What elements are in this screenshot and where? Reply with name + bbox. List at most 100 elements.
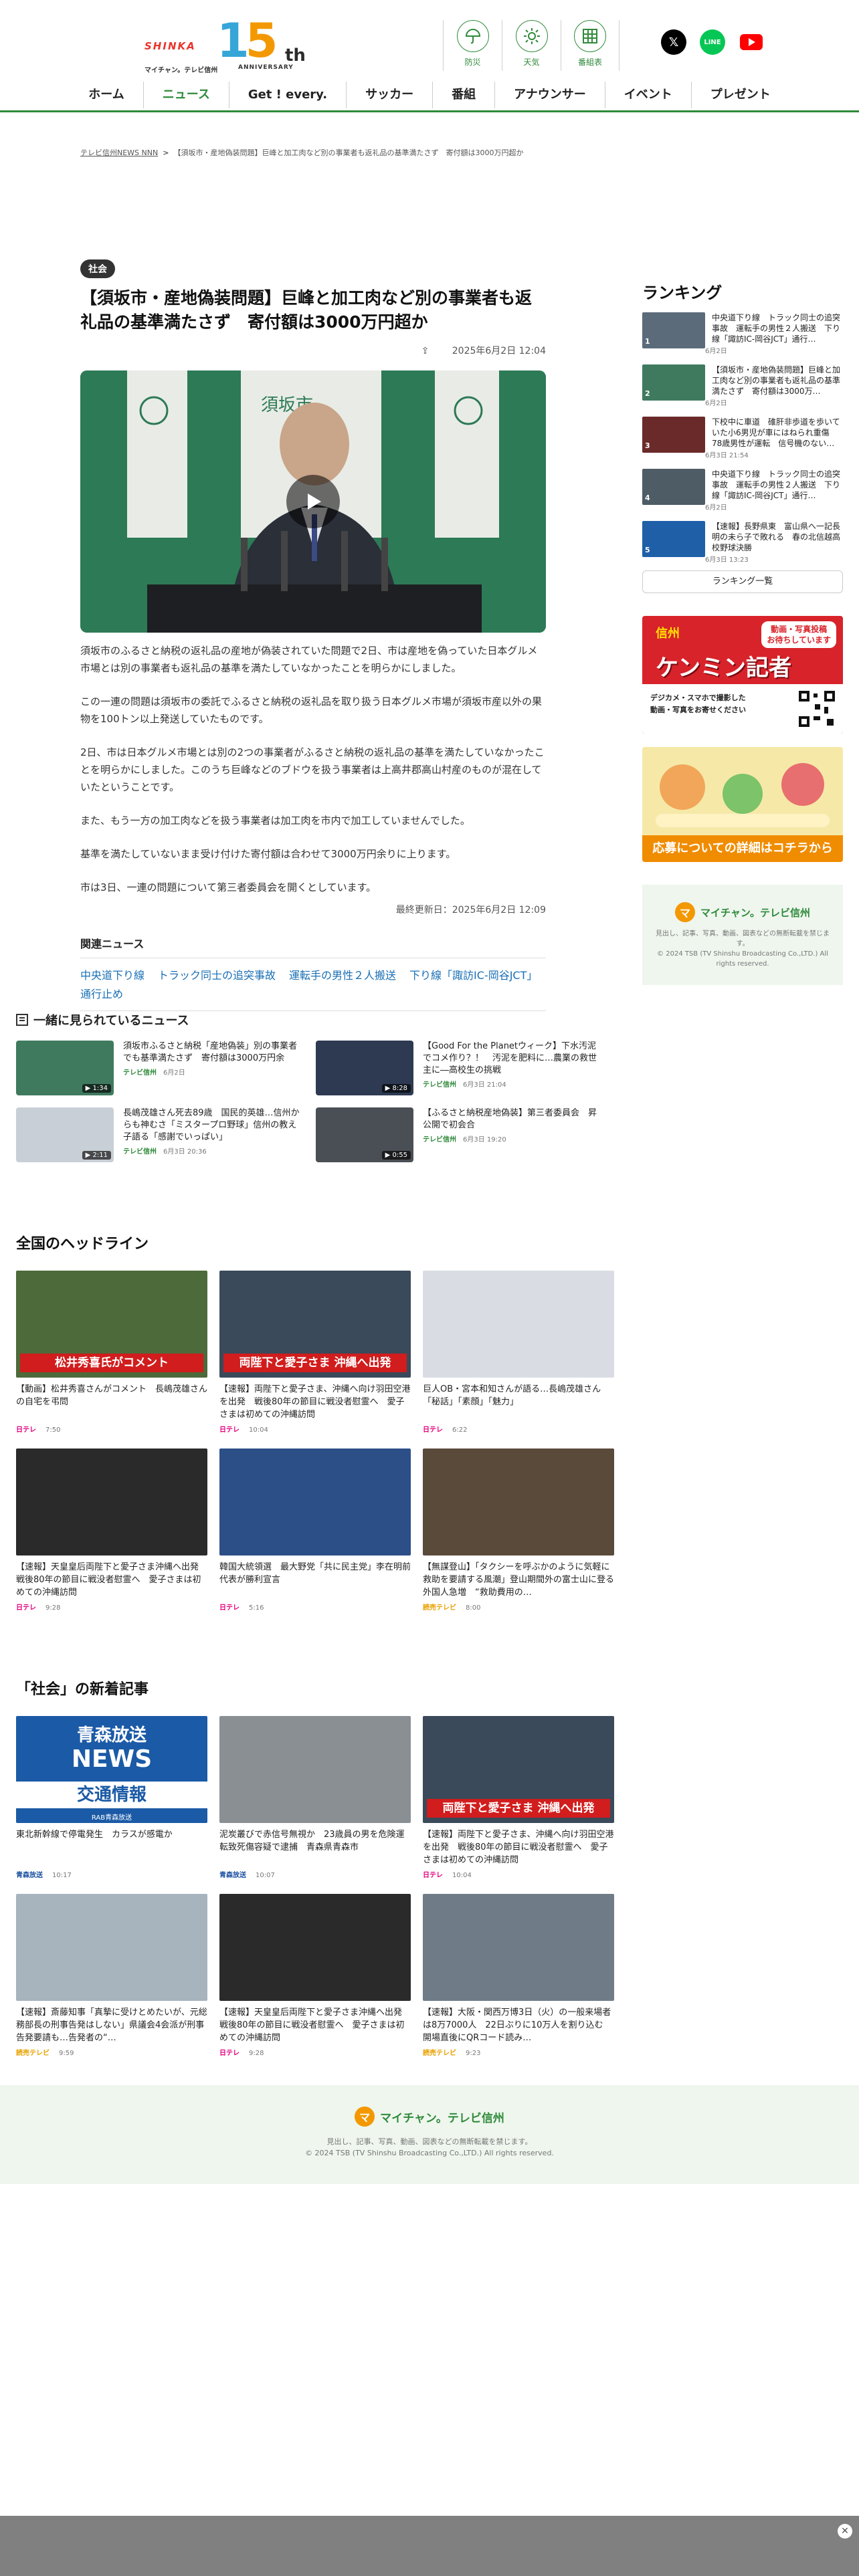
- news-card[interactable]: 両陛下と愛子さま 沖縄へ出発【速報】両陛下と愛子さま、沖縄へ向け羽田空港を出発 …: [219, 1271, 411, 1434]
- news-card[interactable]: 韓国大統領選 最大野党「共に民主党」李在明前代表が勝利宣言 日テレ 5:16: [219, 1448, 411, 1612]
- site-footer: マ マイチャン。テレビ信州 見出し、記事、写真、動画、図表などの無断転載を禁じま…: [0, 2085, 859, 2184]
- ranking-number: 3: [645, 441, 650, 450]
- news-card[interactable]: 巨人OB・宮本和知さんが語る…長嶋茂雄さん「秘話」「素顔」「魅力」 日テレ 6:22: [423, 1271, 614, 1434]
- ranking-item[interactable]: 5 【速報】長野県東 富山県へ一記長明の未ら子で敗れる 春の北信越高校野球決勝 6月…: [642, 521, 843, 564]
- news-card-source-name: 読売テレビ: [423, 1604, 456, 1612]
- youtube-icon[interactable]: [739, 29, 764, 55]
- ranking-item[interactable]: 1 中央道下り線 トラック同士の追突事故 運転手の男性２人搬送 下り線「諏訪IC-…: [642, 312, 843, 355]
- sidebar: ランキング 1 中央道下り線 トラック同士の追突事故 運転手の男性２人搬送 下り線…: [642, 280, 843, 985]
- news-card[interactable]: 【無謀登山】「タクシーを呼ぶかのように気軽に救助を要請する風潮」登山期間外の富士…: [423, 1448, 614, 1612]
- news-card-source: 読売テレビ 9:23: [423, 2047, 614, 2057]
- play-icon[interactable]: [286, 475, 340, 528]
- banner-region: 信州: [656, 627, 680, 641]
- news-card-title: 東北新幹線で停電発生 カラスが感電か: [16, 1830, 173, 1840]
- nav-home[interactable]: ホーム: [70, 82, 144, 108]
- ranking-date: 6月2日: [705, 400, 727, 407]
- breadcrumb-home[interactable]: テレビ信州NEWS NNN: [80, 148, 158, 157]
- nav-get-every[interactable]: Get ! every.: [229, 82, 347, 108]
- article-paragraph: また、もう一方の加工肉などを扱う事業者は加工肉を市内で加工していませんでした。: [80, 815, 470, 827]
- main-nav: ホーム ニュース Get ! every. サッカー 番組 アナウンサー イベン…: [0, 82, 859, 108]
- watched-item[interactable]: ▶ 1:34 須坂市ふるさと納税「産地偽装」別の事業者でも基準満たさず 寄付額は3…: [16, 1041, 316, 1095]
- news-card[interactable]: 両陛下と愛子さま 沖縄へ出発 【速報】両陛下と愛子さま、沖縄へ向け羽田空港を出発 …: [423, 1716, 614, 1879]
- nav-present[interactable]: プレゼント: [692, 82, 789, 108]
- nav-announcer[interactable]: アナウンサー: [495, 82, 605, 108]
- watched-heading: 一緒に見られているニュース: [16, 1011, 615, 1029]
- news-card-image: 両陛下と愛子さま 沖縄へ出発: [423, 1716, 614, 1823]
- news-card-source: 日テレ 5:16: [219, 1602, 411, 1612]
- news-card-title: 【速報】両陛下と愛子さま、沖縄へ向け羽田空港を出発 戦後80年の節目に戦没者慰霊…: [219, 1384, 411, 1420]
- watched-item[interactable]: ▶ 2:11 長嶋茂雄さん死去89歳 国民的英雄…信州からも神むさ「ミスタープロ野…: [16, 1107, 316, 1162]
- social-section: 「社会」の新着記事 青森放送 NEWS 交通情報 RAB青森放送東北新幹線で停電発生 …: [16, 1677, 615, 2057]
- social-heading: 「社会」の新着記事: [16, 1681, 149, 1698]
- article-date: 2025年6月2日 12:04: [452, 346, 546, 356]
- ranking-item[interactable]: 4 中央道下り線 トラック同士の追突事故 運転手の男性２人搬送 下り線「諏訪IC-…: [642, 469, 843, 512]
- related-link[interactable]: 中央道下り線: [80, 969, 145, 982]
- article-video[interactable]: 須坂市: [80, 370, 546, 633]
- ranking-number: 1: [645, 337, 650, 346]
- ranking-all-button[interactable]: ランキング一覧: [642, 570, 843, 593]
- news-card-source: 読売テレビ 8:00: [423, 1602, 614, 1612]
- kenmin-kisha-banner[interactable]: 動画・写真投稿 お待ちしています 信州 ケンミン記者 デジカメ・スマホで撮影した…: [642, 616, 843, 734]
- news-card[interactable]: 【速報】大阪・関西万博3日（火）の一般来場者は8万7000人 22日ぶりに10万…: [423, 1894, 614, 2057]
- ranking-title: 中央道下り線 トラック同士の追突事故 運転手の男性２人搬送 下り線「諏訪IC-岡…: [712, 313, 841, 344]
- watched-text-wrap: 須坂市ふるさと納税「産地偽装」別の事業者でも基準満たさず 寄付額は3000万円余…: [123, 1041, 304, 1095]
- sidebar-copy: © 2024 TSB (TV Shinshu Broadcasting Co.,…: [657, 950, 828, 968]
- related-news-links: 中央道下り線 トラック同士の追突事故 運転手の男性２人搬送 下り線「諏訪IC-岡谷JC…: [80, 966, 546, 1011]
- news-card[interactable]: 【速報】天皇皇后両陛下と愛子さま沖縄へ出発 戦後80年の節目に戦没者慰霊へ 愛子…: [219, 1894, 411, 2057]
- x-icon[interactable]: 𝕏: [661, 29, 686, 55]
- watched-thumbnail: ▶ 0:55: [316, 1107, 413, 1162]
- nav-news[interactable]: ニュース: [144, 82, 229, 108]
- news-card-source-name: 日テレ: [423, 1426, 443, 1434]
- news-card-source-name: 読売テレビ: [16, 2050, 50, 2057]
- ranking-date: 6月2日: [705, 504, 727, 512]
- watched-together-section: 一緒に見られているニュース ▶ 1:34 須坂市ふるさと納税「産地偽装」別の事業者…: [16, 1011, 615, 1162]
- sidebar-notice: 見出し、記事、写真、動画、図表などの無断転載を禁じます。: [656, 930, 830, 948]
- ranking-text-wrap: 【須坂市・産地偽装問題】巨峰と加工肉など別の事業者も返礼品の基準満たさず 寄付額…: [705, 364, 843, 407]
- share-icon[interactable]: ⇪: [421, 346, 430, 356]
- news-card-image: [423, 1894, 614, 2001]
- news-card[interactable]: 【速報】天皇皇后両陛下と愛子さま沖縄へ出発 戦後80年の節目に戦没者慰霊へ 愛子…: [16, 1448, 207, 1612]
- watched-item[interactable]: ▶ 0:55 【ふるさと納税産地偽装】第三者委員会 昇公開で初会合 テレビ信州 6月3…: [316, 1107, 615, 1162]
- grid-icon: [574, 20, 606, 52]
- article: 社会 【須坂市・産地偽装問題】巨峰と加工肉など別の事業者も返礼品の基準満たさず …: [80, 259, 546, 1011]
- close-icon[interactable]: ✕: [838, 2524, 852, 2539]
- bousai-link[interactable]: 防災: [443, 20, 502, 71]
- watched-heading-text: 一緒に見られているニュース: [33, 1014, 189, 1028]
- application-details-banner[interactable]: 応募についての詳細はコチラから: [642, 747, 843, 862]
- video-duration: ▶ 8:28: [381, 1084, 411, 1093]
- bottom-ad-bar: ✕: [0, 2516, 859, 2576]
- news-card-image: [423, 1448, 614, 1555]
- related-news-heading: 関連ニュース: [80, 935, 546, 958]
- news-card-image: 青森放送 NEWS 交通情報 RAB青森放送: [16, 1716, 207, 1823]
- footer-logo[interactable]: マ マイチャン。テレビ信州: [355, 2107, 504, 2127]
- weather-link[interactable]: 天気: [502, 20, 561, 71]
- news-card[interactable]: 【速報】斎藤知事「真摯に受けとめたいが、元総務部長の刑事告発はしない」県議会4会…: [16, 1894, 207, 2057]
- sun-icon: [515, 20, 548, 52]
- news-card[interactable]: 松井秀喜氏がコメント 【動画】松井秀喜さんがコメント 長嶋茂雄さんの自宅を弔問 日テ…: [16, 1271, 207, 1434]
- news-card-source: 日テレ 9:28: [16, 1602, 207, 1612]
- line-icon[interactable]: LINE: [700, 29, 725, 55]
- logo-anniversary: ANNIVERSARY: [238, 64, 294, 71]
- category-tag[interactable]: 社会: [80, 259, 115, 278]
- nav-programs[interactable]: 番組: [433, 82, 496, 108]
- news-card-image: [16, 1894, 207, 2001]
- ranking-item[interactable]: 2 【須坂市・産地偽装問題】巨峰と加工肉など別の事業者も返礼品の基準満たさず 寄付…: [642, 364, 843, 407]
- article-paragraph: この一連の問題は須坂市の委託でふるさと納税の返礼品を取り扱う日本グルメ市場が須坂…: [80, 695, 543, 725]
- watched-text-wrap: 長嶋茂雄さん死去89歳 国民的英雄…信州からも神むさ「ミスタープロ野球」信州の教…: [123, 1107, 304, 1162]
- mychan-logo[interactable]: マ マイチャン。テレビ信州: [675, 902, 810, 922]
- news-card-image: 両陛下と愛子さま 沖縄へ出発: [219, 1271, 411, 1378]
- watched-title: 須坂市ふるさと納税「産地偽装」別の事業者でも基準満たさず 寄付額は3000万円余: [123, 1041, 298, 1063]
- nav-soccer[interactable]: サッカー: [347, 82, 434, 108]
- news-card[interactable]: 泥炭叢びで赤信号無視か 23歳員の男を危険運転致死傷容疑で逮捕 青森県青森市 青森…: [219, 1716, 411, 1879]
- watched-title: 長嶋茂雄さん死去89歳 国民的英雄…信州からも神むさ「ミスタープロ野球」信州の教…: [123, 1108, 300, 1142]
- news-card[interactable]: 青森放送 NEWS 交通情報 RAB青森放送 東北新幹線で停電発生 カラスが感電か 青森放…: [16, 1716, 207, 1879]
- tv-guide-link[interactable]: 番組表: [561, 20, 619, 71]
- ranking-item[interactable]: 3 下校中に車道 碓肝非歩道を歩いていた小6男児が車にはねられ重傷 78歳男性が運…: [642, 417, 843, 459]
- nav-event[interactable]: イベント: [605, 82, 692, 108]
- qr-code-icon: [797, 689, 836, 728]
- related-link[interactable]: トラック同士の追突事故: [158, 969, 276, 982]
- watched-item[interactable]: ▶ 8:28 【Good For the Planetウィーク】下水汚泥でコメ作り…: [316, 1041, 615, 1095]
- site-logo[interactable]: SHINKA 15 th マイチャン。テレビ信州 ANNIVERSARY: [145, 15, 306, 74]
- related-link[interactable]: 運転手の男性２人搬送: [289, 969, 396, 982]
- news-card-source: 日テレ 6:22: [423, 1424, 614, 1434]
